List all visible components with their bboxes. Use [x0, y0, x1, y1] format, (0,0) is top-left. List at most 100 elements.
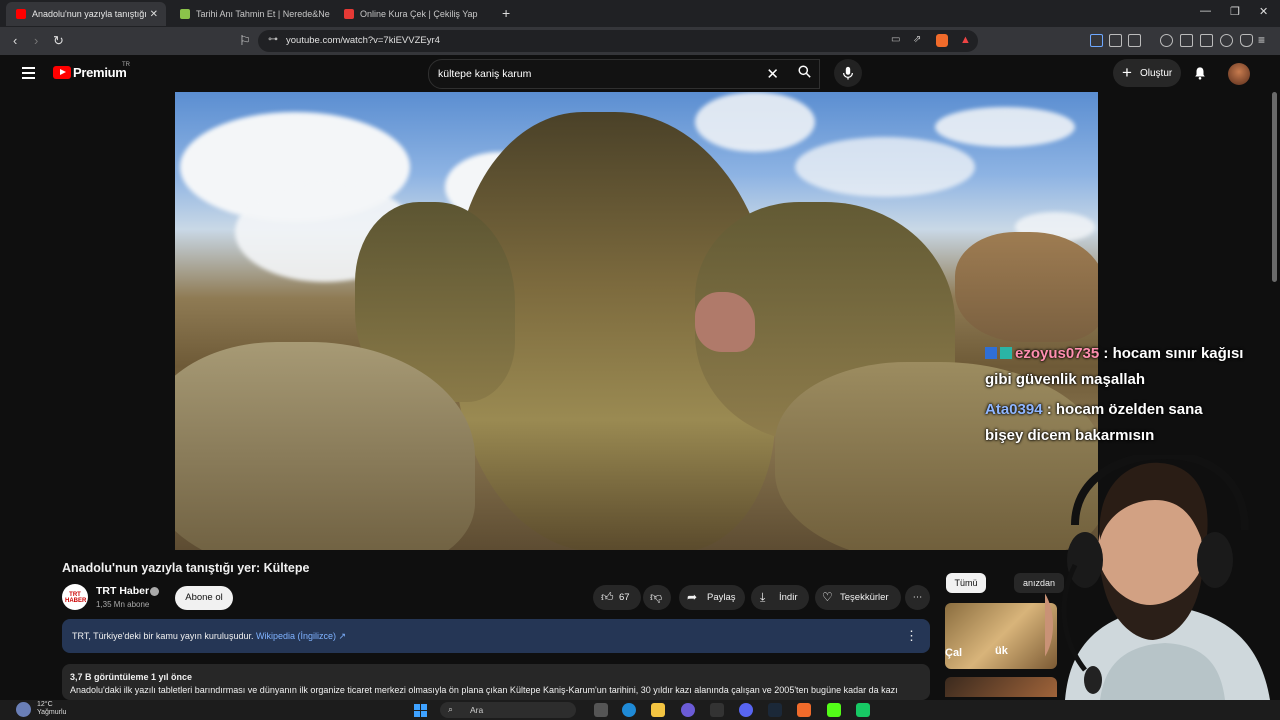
back-icon[interactable]: ‹: [13, 33, 17, 48]
channel-name[interactable]: TRT Haber: [96, 585, 149, 597]
streamer-silhouette: [1045, 455, 1270, 700]
search-input[interactable]: kültepe kaniş karum: [438, 68, 531, 80]
cloud-shape: [695, 92, 815, 152]
tab-online-kura[interactable]: Online Kura Çek | Çekiliş Yap: [334, 2, 494, 26]
wallet-icon[interactable]: [1200, 34, 1213, 47]
brave-rewards-icon[interactable]: ▲: [960, 34, 971, 46]
app-icon[interactable]: [681, 703, 695, 717]
thumbs-up-icon: 👍︎: [601, 590, 614, 604]
minimize-icon[interactable]: —: [1200, 5, 1211, 17]
chat-message: Ata0394 : hocam özelden sana bişey dicem…: [985, 397, 1245, 449]
description-text: Anadolu'daki ilk yazılı tabletleri barın…: [70, 685, 898, 695]
youtube-header: Premium TR kültepe kaniş karum ✕ + Oluşt…: [0, 55, 1280, 92]
close-tab-icon[interactable]: ✕: [150, 9, 158, 20]
steam-icon[interactable]: [768, 703, 782, 717]
puzzle-icon[interactable]: [1109, 34, 1122, 47]
create-button[interactable]: + Oluştur: [1113, 59, 1181, 87]
app-icon[interactable]: [710, 703, 724, 717]
plus-icon: +: [1122, 63, 1132, 82]
create-label: Oluştur: [1140, 68, 1173, 79]
chat-username: ezoyus0735: [1015, 345, 1100, 362]
description-box[interactable]: 3,7 B görüntüleme 1 yıl önce Anadolu'dak…: [62, 664, 930, 700]
task-view-icon[interactable]: [594, 703, 608, 717]
thumbs-down-icon: 👎︎: [650, 590, 663, 604]
thumbnail-text: Çal: [945, 647, 963, 659]
info-panel-text: TRT, Türkiye'deki bir kamu yayın kuruluş…: [72, 631, 254, 641]
music-icon[interactable]: [1160, 34, 1173, 47]
tab-youtube[interactable]: Anadolu'nun yazıyla tanıştığı ✕: [6, 2, 166, 26]
thanks-button[interactable]: ♡ Teşekkürler: [815, 585, 901, 610]
close-window-icon[interactable]: ✕: [1259, 5, 1268, 18]
tab-title: Anadolu'nun yazıyla tanıştığı: [32, 9, 147, 19]
windows-taskbar: 12°C Yağmurlu ⌕ Ara: [0, 700, 1280, 720]
like-count: 67: [619, 592, 630, 603]
kick-icon[interactable]: [827, 703, 841, 717]
chip-all[interactable]: Tümü: [946, 573, 986, 593]
voice-search-button[interactable]: [834, 59, 862, 87]
more-actions-button[interactable]: ⋯: [905, 585, 930, 610]
related-video-thumbnail[interactable]: [945, 677, 1057, 697]
extension-icon[interactable]: [1090, 34, 1103, 47]
dislike-button[interactable]: 👎︎: [643, 585, 671, 610]
channel-logo-text: TRT HABER: [65, 592, 87, 604]
site-favicon-icon: [344, 9, 354, 19]
discord-icon[interactable]: [739, 703, 753, 717]
related-video-thumbnail[interactable]: ük Çal: [945, 603, 1057, 669]
search-icon[interactable]: [798, 65, 811, 78]
download-button[interactable]: ⤓ İndir: [751, 585, 809, 610]
share-icon[interactable]: ⇗: [913, 34, 921, 45]
weather-icon[interactable]: [16, 702, 31, 717]
forward-icon[interactable]: ›: [34, 33, 38, 48]
chat-message: ezoyus0735 : hocam sınır kağısı gibi güv…: [985, 341, 1245, 393]
edge-browser-icon[interactable]: [622, 703, 636, 717]
channel-avatar[interactable]: TRT HABER: [62, 584, 88, 610]
brave-browser-icon[interactable]: [797, 703, 811, 717]
verified-icon: [150, 587, 159, 596]
share-button[interactable]: ➦ Paylaş: [679, 585, 745, 610]
screenshot-icon[interactable]: [1128, 34, 1141, 47]
wikipedia-link[interactable]: Wikipedia (İngilizce) ↗: [256, 631, 346, 641]
guide-menu-icon[interactable]: [22, 67, 35, 82]
clear-search-icon[interactable]: ✕: [766, 65, 779, 83]
taskbar-search[interactable]: ⌕ Ara: [440, 702, 576, 718]
region-code: TR: [122, 62, 130, 68]
search-box[interactable]: kültepe kaniş karum ✕: [428, 59, 820, 89]
download-label: İndir: [779, 592, 798, 603]
sidebar-icon[interactable]: [1180, 34, 1193, 47]
like-button[interactable]: 👍︎ 67: [593, 585, 641, 610]
page-scrollbar[interactable]: [1272, 92, 1277, 282]
leo-icon[interactable]: [1220, 34, 1233, 47]
chat-separator: :: [1099, 345, 1113, 362]
app-icon[interactable]: [856, 703, 870, 717]
new-tab-button[interactable]: +: [502, 5, 510, 21]
video-title: Anadolu'nun yazıyla tanıştığı yer: Külte…: [62, 561, 310, 575]
thanks-heart-icon: ♡: [822, 590, 833, 604]
video-player[interactable]: [175, 92, 1098, 550]
cast-icon[interactable]: ▭: [891, 34, 900, 45]
view-count: 3,7 B görüntüleme: [70, 672, 149, 682]
browser-tab-strip: Anadolu'nun yazıyla tanıştığı ✕ Tarihi A…: [0, 0, 1280, 27]
site-info-icon[interactable]: ⊶: [268, 34, 278, 45]
notifications-bell-icon[interactable]: [1193, 66, 1207, 80]
menu-icon[interactable]: ≡: [1258, 33, 1265, 47]
windows-start-icon[interactable]: [414, 704, 427, 717]
brave-shield-icon[interactable]: [936, 34, 948, 47]
bookmark-icon[interactable]: ⚐: [239, 33, 251, 49]
info-panel: TRT, Türkiye'deki bir kamu yayın kuruluş…: [62, 619, 930, 653]
account-avatar[interactable]: [1228, 63, 1250, 85]
file-explorer-icon[interactable]: [651, 703, 665, 717]
address-bar[interactable]: ⊶ youtube.com/watch?v=7kiEVVZEyr4 ▭ ⇗ ▲: [258, 30, 978, 52]
share-arrow-icon: ➦: [687, 590, 698, 604]
premium-wordmark[interactable]: Premium: [73, 65, 127, 80]
weather-temperature: 12°C: [37, 701, 53, 708]
vpn-icon[interactable]: [1240, 34, 1253, 47]
tab-tarihi-ani[interactable]: Tarihi Anı Tahmin Et | Nerede&Ne Za: [170, 2, 330, 26]
url-text: youtube.com/watch?v=7kiEVVZEyr4: [286, 35, 440, 46]
reload-icon[interactable]: ↻: [53, 33, 64, 49]
site-favicon-icon: [180, 9, 190, 19]
youtube-logo-icon[interactable]: [53, 66, 71, 79]
maximize-icon[interactable]: ❐: [1230, 5, 1240, 18]
kebab-menu-icon[interactable]: ⋮: [905, 628, 918, 644]
chat-badge-icon: [985, 347, 997, 359]
subscribe-button[interactable]: Abone ol: [175, 586, 233, 610]
